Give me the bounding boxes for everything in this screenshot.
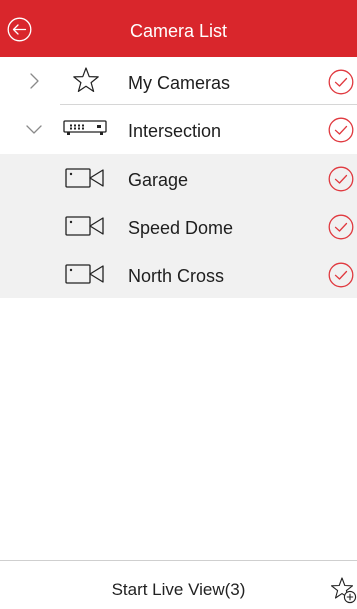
tree-item-intersection[interactable]: Intersection [0, 105, 357, 153]
tree-item-camera[interactable]: North Cross [0, 250, 357, 298]
camera-icon [65, 216, 104, 236]
nvr-recorder-icon [63, 120, 107, 135]
tree-item-label: Garage [128, 170, 189, 190]
tree-item-label: Intersection [128, 121, 222, 141]
start-live-view-button[interactable]: Start Live View(3) [0, 561, 357, 609]
checked-circle-icon[interactable] [328, 166, 354, 192]
tree-item-camera[interactable]: Speed Dome [0, 202, 357, 250]
chevron-right-icon[interactable] [23, 70, 45, 92]
tree-item-camera[interactable]: Garage [0, 154, 357, 202]
chevron-down-icon[interactable] [23, 118, 45, 140]
page-title: Camera List [129, 21, 228, 41]
camera-icon [65, 264, 104, 284]
title-bar: Camera List [0, 0, 357, 57]
checked-circle-icon[interactable] [328, 214, 354, 240]
tree-item-label: North Cross [128, 266, 225, 286]
star-outline-icon [73, 67, 99, 92]
checked-circle-icon[interactable] [328, 69, 354, 95]
camera-icon [65, 168, 104, 188]
checked-circle-icon[interactable] [328, 117, 354, 143]
star-plus-icon[interactable] [329, 575, 357, 605]
tree-item-label: Speed Dome [128, 218, 234, 238]
tree-item-my-cameras[interactable]: My Cameras [0, 57, 357, 105]
tree-item-label: My Cameras [128, 73, 231, 93]
bottom-toolbar: Start Live View(3) [0, 560, 357, 609]
checked-circle-icon[interactable] [328, 262, 354, 288]
